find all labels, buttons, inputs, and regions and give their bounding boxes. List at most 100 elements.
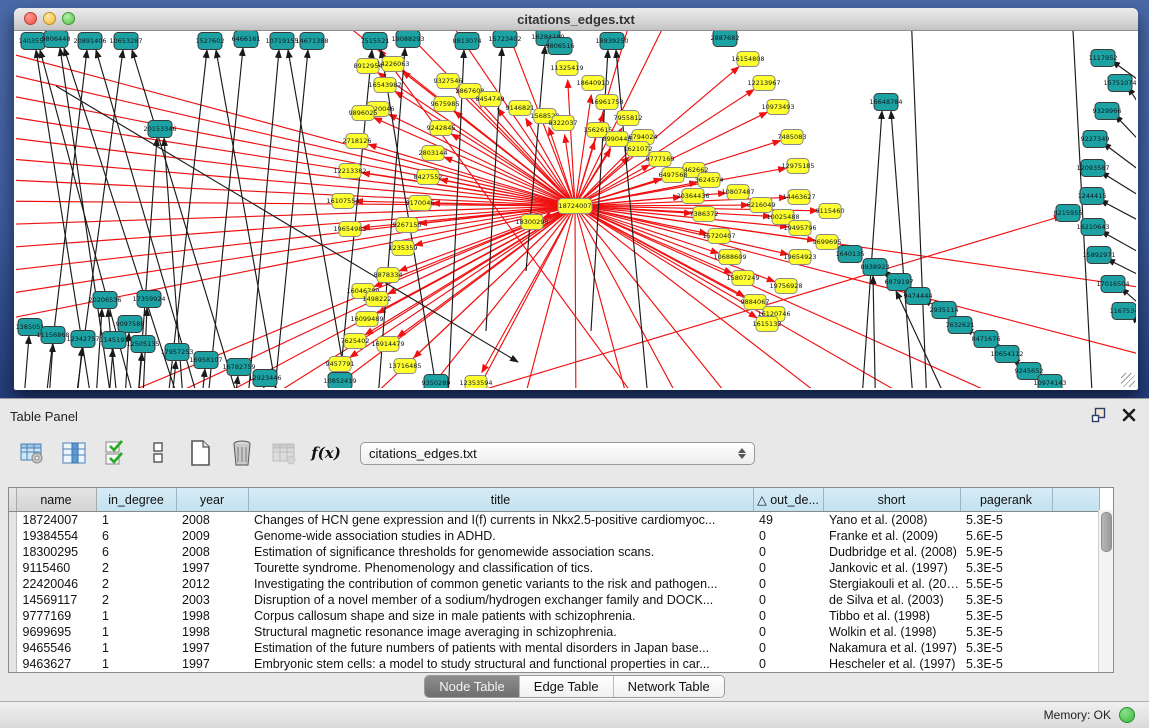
table-cell[interactable]: Disruption of a novel member of a sodium…	[248, 592, 753, 608]
table-row[interactable]: 946362711997Embryonic stem cells: a mode…	[9, 656, 1099, 672]
table-cell[interactable]: 9465546	[16, 640, 96, 656]
graph-node[interactable]: 16154808	[731, 52, 764, 67]
table-cell[interactable]	[1052, 640, 1099, 656]
graph-node[interactable]: 14463627	[782, 190, 815, 205]
graph-node[interactable]: 7515521	[361, 33, 390, 50]
graph-edge[interactable]	[873, 276, 876, 388]
table-cell[interactable]: 5.3E-5	[960, 608, 1052, 624]
graph-node[interactable]: 12213967	[747, 76, 780, 91]
graph-node[interactable]: 8938923	[861, 259, 890, 276]
tab-node-table[interactable]: Node Table	[425, 676, 520, 697]
graph-node[interactable]: 12093587	[1076, 160, 1109, 177]
table-cell[interactable]: de Silva et al. (2003)	[823, 592, 960, 608]
table-cell[interactable]: 6	[96, 544, 176, 560]
table-cell[interactable]: 5.9E-5	[960, 544, 1052, 560]
window-titlebar[interactable]: citations_edges.txt	[14, 8, 1138, 31]
table-row[interactable]: 969969511998Structural magnetic resonanc…	[9, 624, 1099, 640]
graph-edge[interactable]	[24, 336, 29, 388]
table-cell[interactable]: 2008	[176, 544, 248, 560]
graph-node[interactable]: 9267150	[393, 218, 422, 233]
graph-node[interactable]: 10807487	[721, 185, 754, 200]
column-header-△ out_de...[interactable]: △ out_de...	[753, 488, 823, 512]
column-header-year[interactable]: year	[176, 488, 248, 512]
table-cell[interactable]: Tourette syndrome. Phenomenology and cla…	[248, 560, 753, 576]
table-cell[interactable]: Yano et al. (2008)	[823, 512, 960, 529]
graph-edge[interactable]	[1103, 143, 1136, 179]
table-row[interactable]: 1830029562008Estimation of significance …	[9, 544, 1099, 560]
close-panel-icon[interactable]	[1121, 407, 1137, 423]
graph-node[interactable]: 10654112	[990, 346, 1023, 363]
table-row[interactable]: 946554611997Estimation of the future num…	[9, 640, 1099, 656]
table-cell[interactable]	[1052, 544, 1099, 560]
table-cell[interactable]: Genome-wide association studies in ADHD.	[248, 528, 753, 544]
table-cell[interactable]	[1052, 608, 1099, 624]
graph-node[interactable]: 16914479	[371, 337, 404, 352]
graph-node[interactable]: 20153346	[143, 121, 176, 138]
table-cell[interactable]	[1052, 656, 1099, 672]
graph-node[interactable]: 9242845	[427, 121, 456, 136]
table-cell[interactable]: Jankovic et al. (1997)	[823, 560, 960, 576]
table-cell[interactable]: 1	[96, 512, 176, 529]
table-cell[interactable]: 2009	[176, 528, 248, 544]
table-cell[interactable]: Hescheler et al. (1997)	[823, 656, 960, 672]
table-cell[interactable]	[1052, 528, 1099, 544]
table-row[interactable]: 1872400712008Changes of HCN gene express…	[9, 512, 1099, 529]
new-table-icon[interactable]	[186, 439, 214, 467]
graph-node[interactable]: 16958107	[189, 352, 222, 369]
graph-node[interactable]: 16543982	[368, 78, 401, 93]
table-cell[interactable]	[1052, 576, 1099, 592]
table-settings-icon[interactable]	[18, 439, 46, 467]
table-cell[interactable]: 5.3E-5	[960, 560, 1052, 576]
graph-node[interactable]: 12342757	[66, 331, 99, 348]
graph-edge[interactable]	[1128, 87, 1136, 123]
graph-edge[interactable]	[575, 206, 576, 388]
graph-node[interactable]: 13716485	[388, 359, 421, 374]
import-table-icon[interactable]	[270, 439, 298, 467]
graph-edge[interactable]	[389, 114, 575, 206]
graph-node[interactable]: 12975185	[781, 159, 814, 174]
graph-node[interactable]: 2718126	[343, 134, 372, 149]
table-cell[interactable]	[1052, 512, 1099, 529]
table-cell[interactable]: Stergiakouli et al. (2012)	[823, 576, 960, 592]
graph-node[interactable]: 9329966	[1093, 103, 1122, 120]
table-row[interactable]: 2242004622012Investigating the contribut…	[9, 576, 1099, 592]
table-cell[interactable]: 14569117	[16, 592, 96, 608]
table-cell[interactable]: 0	[753, 592, 823, 608]
graph-node[interactable]: 9170046	[406, 196, 435, 211]
graph-edge[interactable]	[109, 349, 113, 388]
graph-node[interactable]: 16961758	[590, 95, 623, 110]
table-cell[interactable]: 5.3E-5	[960, 592, 1052, 608]
graph-edge[interactable]	[138, 353, 142, 388]
graph-node[interactable]: 1498222	[363, 292, 392, 307]
graph-node[interactable]: 8427552	[414, 170, 443, 185]
graph-node[interactable]: 17016504	[1096, 276, 1129, 293]
graph-node[interactable]: 11156868	[36, 327, 69, 344]
table-cell[interactable]: Investigating the contribution of common…	[248, 576, 753, 592]
graph-node[interactable]: 15892971	[1082, 247, 1115, 264]
table-cell[interactable]: 2008	[176, 512, 248, 529]
graph-node[interactable]: 10852419	[323, 373, 356, 389]
graph-edge[interactable]	[262, 387, 264, 388]
table-cell[interactable]: 2003	[176, 592, 248, 608]
graph-node[interactable]: 12505135	[126, 336, 159, 353]
window-resize-grip[interactable]	[1121, 373, 1135, 387]
table-cell[interactable]: 1	[96, 640, 176, 656]
table-cell[interactable]: 0	[753, 608, 823, 624]
table-cell[interactable]: 1998	[176, 624, 248, 640]
table-cell[interactable]: Structural magnetic resonance image aver…	[248, 624, 753, 640]
graph-node[interactable]: 12923446	[248, 370, 281, 387]
graph-node[interactable]: 19088293	[391, 31, 424, 48]
table-cell[interactable]	[1052, 624, 1099, 640]
graph-hub-node[interactable]: 18724007	[558, 199, 592, 214]
graph-node[interactable]: 1167534	[1110, 303, 1136, 320]
graph-node[interactable]: 10653287	[109, 33, 142, 50]
table-cell[interactable]: 9777169	[16, 608, 96, 624]
table-cell[interactable]: Franke et al. (2009)	[823, 528, 960, 544]
column-header-in_degree[interactable]: in_degree	[96, 488, 176, 512]
table-cell[interactable]: Embryonic stem cells: a model to study s…	[248, 656, 753, 672]
table-cell[interactable]: 1	[96, 656, 176, 672]
delete-table-icon[interactable]	[228, 439, 256, 467]
table-cell[interactable]: 2	[96, 576, 176, 592]
table-cell[interactable]: 0	[753, 560, 823, 576]
column-header-short[interactable]: short	[823, 488, 960, 512]
